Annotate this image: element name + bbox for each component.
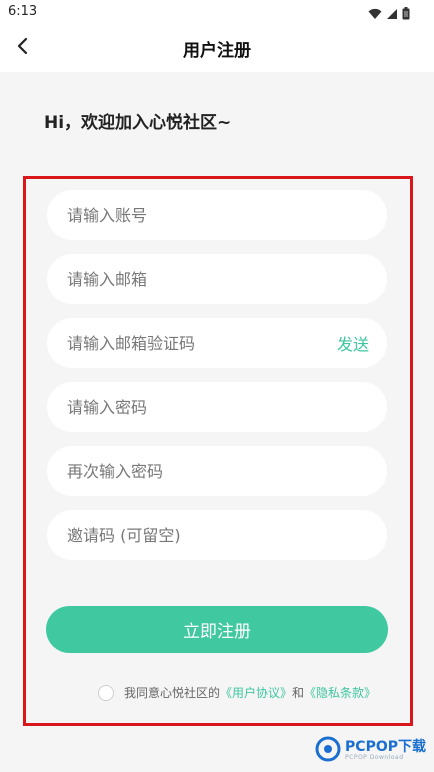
confirm-password-field[interactable] [47, 446, 387, 496]
email-field[interactable] [47, 254, 387, 304]
confirm-password-input[interactable] [65, 460, 369, 482]
password-field[interactable] [47, 382, 387, 432]
email-code-input[interactable] [65, 332, 331, 354]
welcome-greeting: Hi，欢迎加入心悦社区~ [44, 113, 232, 133]
invite-code-input[interactable] [65, 524, 369, 546]
agree-checkbox[interactable] [98, 684, 114, 701]
privacy-policy-link[interactable]: 《隐私条款》 [304, 684, 376, 701]
watermark-text: PCPOP下载 [345, 739, 426, 755]
status-icons [368, 5, 410, 24]
watermark-subtext: PCPOP Download [345, 754, 404, 762]
agreement-row: 我同意心悦社区的 《用户协议》 和 《隐私条款》 [98, 684, 376, 701]
wifi-icon [368, 5, 382, 24]
pcpop-logo-icon [315, 736, 341, 766]
send-code-button[interactable]: 发送 [337, 331, 369, 355]
app-header: 用户注册 [0, 24, 434, 72]
status-bar: 6:13 [0, 0, 434, 24]
battery-icon [402, 5, 410, 24]
cell-signal-icon [386, 5, 398, 24]
watermark-logo: PCPOP下载 PCPOP Download [315, 736, 426, 766]
status-time: 6:13 [8, 4, 38, 19]
account-input[interactable] [65, 204, 369, 226]
register-screen: 6:13 用户注册 Hi，欢迎加入心悦社区~ 发送 [0, 0, 434, 772]
account-field[interactable] [47, 190, 387, 240]
page-title: 用户注册 [183, 41, 251, 61]
register-button[interactable]: 立即注册 [46, 606, 388, 653]
user-agreement-link[interactable]: 《用户协议》 [220, 684, 292, 701]
email-code-field[interactable]: 发送 [47, 318, 387, 368]
agreement-and: 和 [292, 686, 305, 700]
email-input[interactable] [65, 268, 369, 290]
agreement-prefix: 我同意心悦社区的 [124, 686, 221, 700]
invite-code-field[interactable] [47, 510, 387, 560]
password-input[interactable] [65, 396, 369, 418]
